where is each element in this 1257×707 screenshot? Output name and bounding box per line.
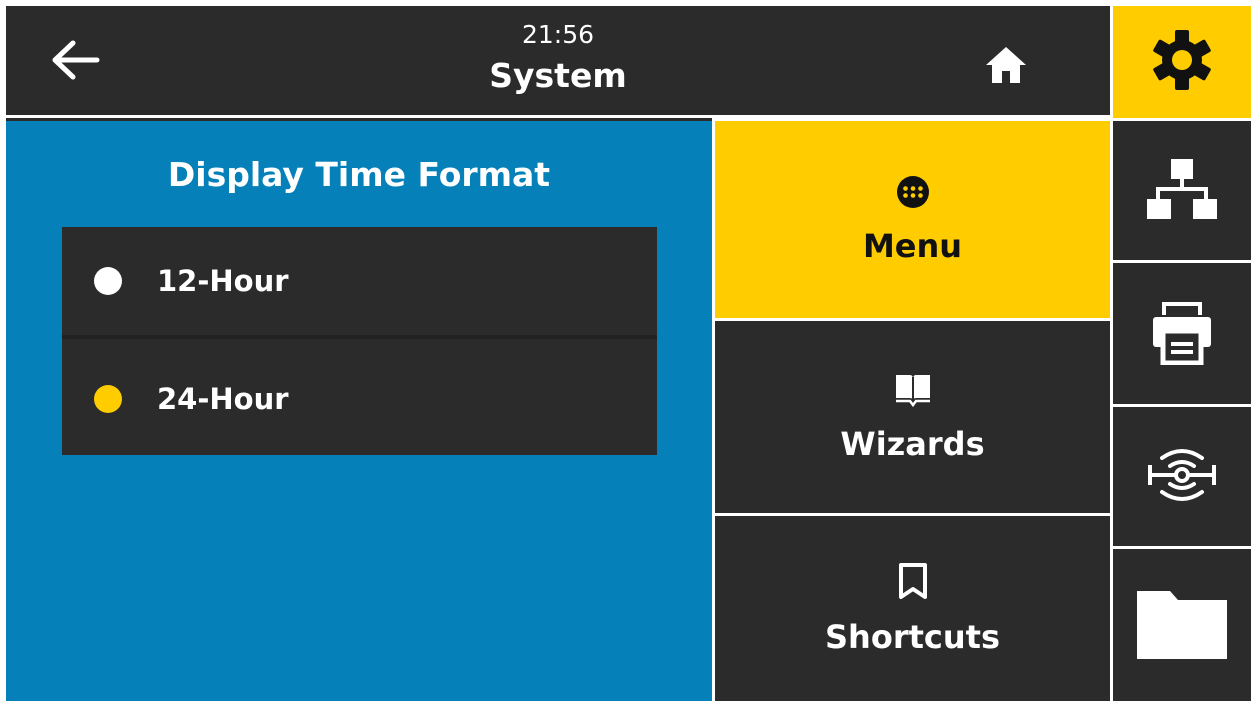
- time-format-options: 12-Hour 24-Hour: [62, 227, 657, 455]
- radio-unselected-icon[interactable]: [94, 267, 122, 295]
- menu-tile-menu[interactable]: Menu: [715, 121, 1110, 318]
- book-icon: [893, 371, 933, 411]
- menu-tile-label: Shortcuts: [825, 617, 1000, 656]
- menu-tile-label: Wizards: [840, 425, 985, 463]
- rail-rfid-button[interactable]: [1113, 407, 1251, 546]
- grid-dots-icon: [896, 175, 930, 213]
- rail-settings-button[interactable]: [1113, 6, 1251, 118]
- rail-print-button[interactable]: [1113, 263, 1251, 404]
- icon-rail: [1110, 6, 1251, 701]
- folder-icon: [1134, 585, 1230, 665]
- clock-time: 21:56: [521, 20, 595, 49]
- top-bar: 21:56 System: [6, 6, 1110, 118]
- option-label: 24-Hour: [157, 382, 289, 416]
- rail-network-button[interactable]: [1113, 121, 1251, 260]
- menu-tile-shortcuts[interactable]: Shortcuts: [715, 516, 1110, 701]
- rfid-icon: [1146, 442, 1218, 512]
- network-icon: [1146, 157, 1218, 225]
- home-button[interactable]: [976, 40, 1036, 94]
- bookmark-icon: [898, 562, 928, 604]
- menu-tile-wizards[interactable]: Wizards: [715, 321, 1110, 513]
- home-icon: [984, 45, 1028, 89]
- option-label: 12-Hour: [157, 264, 289, 298]
- gear-icon: [1150, 28, 1214, 96]
- printer-screen: 21:56 System Display Time Format 12-Hour…: [6, 6, 1251, 701]
- option-12-hour[interactable]: 12-Hour: [62, 227, 657, 339]
- main-menu: Menu Wizards Shortcuts: [712, 118, 1110, 701]
- setting-panel: Display Time Format 12-Hour 24-Hour: [6, 121, 712, 701]
- radio-selected-icon[interactable]: [94, 385, 122, 413]
- setting-heading: Display Time Format: [167, 155, 551, 194]
- rail-files-button[interactable]: [1113, 549, 1251, 701]
- page-title: System: [489, 56, 627, 95]
- option-24-hour[interactable]: 24-Hour: [62, 343, 657, 455]
- menu-tile-label: Menu: [862, 226, 963, 265]
- printer-icon: [1150, 299, 1214, 369]
